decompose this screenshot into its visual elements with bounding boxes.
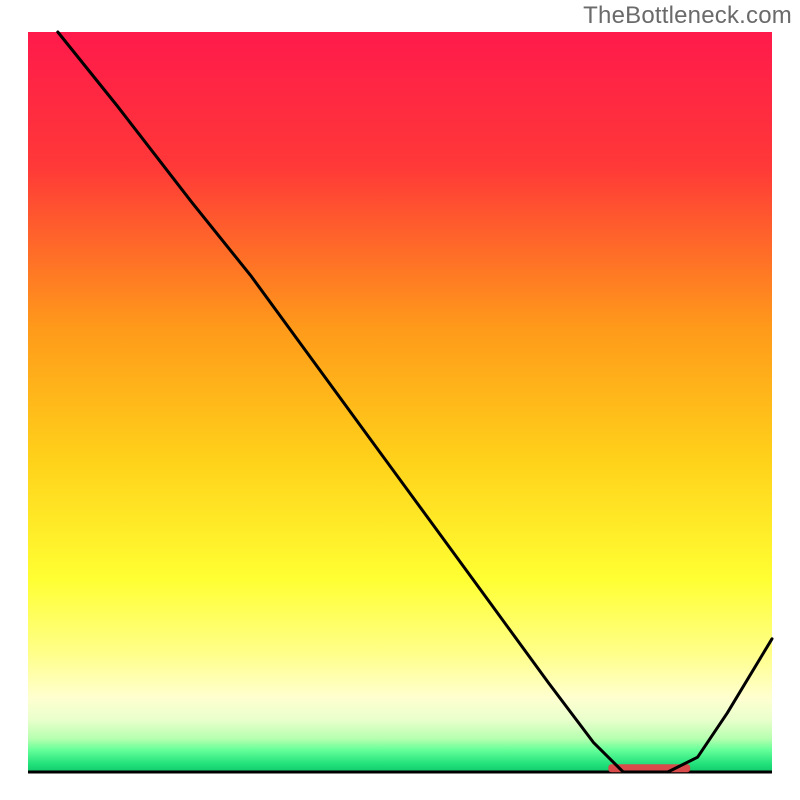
gradient-background (28, 32, 772, 772)
plot-area (28, 32, 772, 772)
bottleneck-chart (0, 0, 800, 800)
watermark-text: TheBottleneck.com (583, 2, 792, 30)
chart-frame: TheBottleneck.com (0, 0, 800, 800)
